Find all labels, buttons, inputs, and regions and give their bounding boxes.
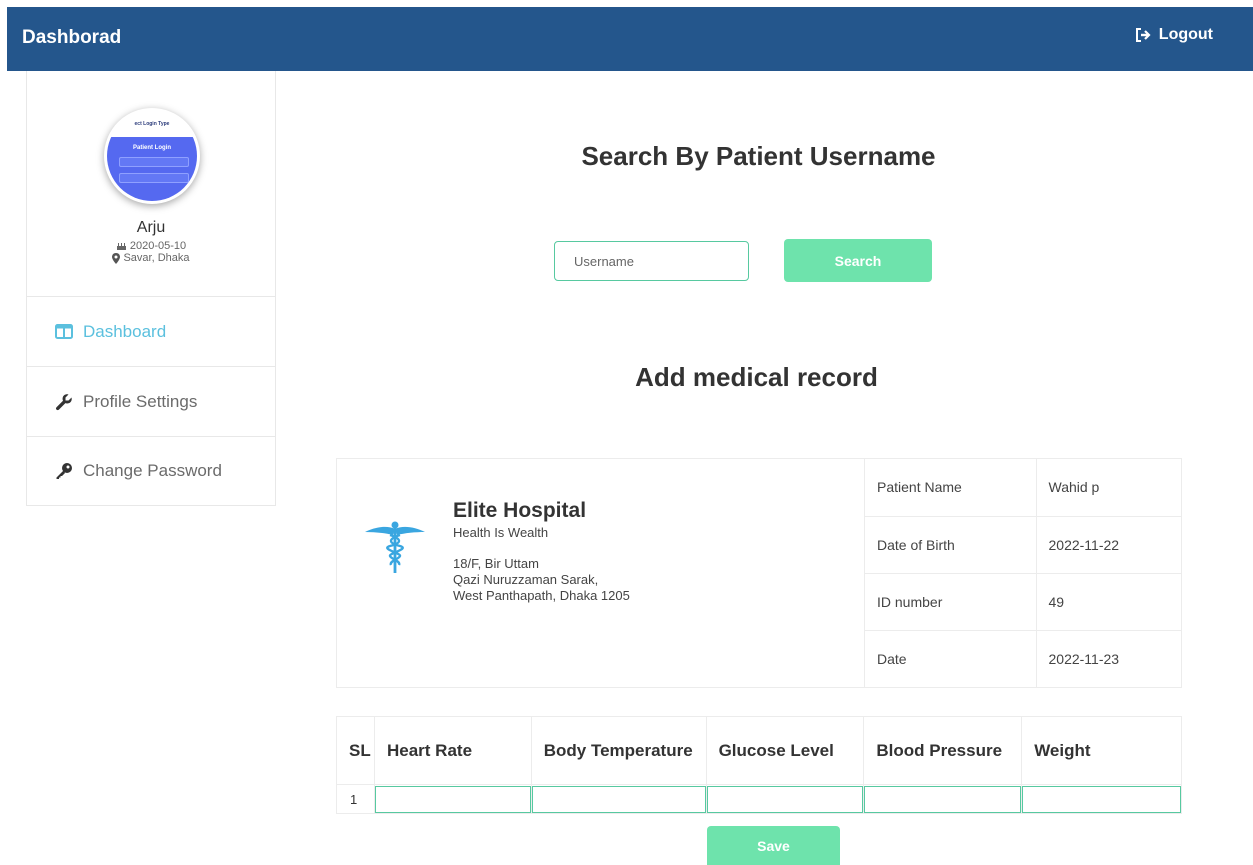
column-header-weight: Weight: [1021, 716, 1182, 785]
logout-label: Logout: [1158, 26, 1213, 43]
avatar-login-panel: Patient Login: [107, 137, 197, 201]
table-row: ID number 49: [865, 573, 1181, 631]
username-search-input[interactable]: [554, 241, 749, 281]
patient-name-label: Patient Name: [865, 459, 1037, 517]
save-button[interactable]: Save: [707, 826, 840, 865]
column-header-heart-rate: Heart Rate: [373, 716, 532, 785]
sidebar: ect Login Type Patient Login Arju 2020-0…: [26, 71, 276, 506]
table-cell: [863, 784, 1022, 814]
key-icon: [56, 463, 72, 479]
profile-name: Arju: [136, 219, 166, 236]
search-heading: Search By Patient Username: [581, 141, 936, 171]
sidebar-item-dashboard[interactable]: Dashboard: [27, 297, 275, 367]
columns-icon: [55, 324, 73, 339]
top-navbar: Dashborad Logout: [7, 7, 1253, 71]
logout-button[interactable]: Logout: [1135, 26, 1213, 44]
search-button[interactable]: Search: [784, 239, 932, 282]
map-marker-icon: [112, 252, 121, 264]
hospital-address-line: 18/F, Bir Uttam: [453, 556, 539, 571]
dob-label: Date of Birth: [865, 516, 1037, 574]
column-header-sl: SL: [336, 716, 375, 785]
table-row: Date 2022-11-23: [865, 630, 1181, 687]
date-label: Date: [865, 630, 1037, 687]
record-info-card: Elite Hospital Health Is Wealth 18/F, Bi…: [336, 458, 1182, 688]
hospital-name: Elite Hospital: [453, 499, 587, 522]
column-header-glucose-level: Glucose Level: [705, 716, 864, 785]
hospital-address-line: West Panthapath, Dhaka 1205: [453, 588, 630, 603]
body-temperature-input[interactable]: [531, 785, 706, 813]
column-header-body-temperature: Body Temperature: [530, 716, 707, 785]
table-row: Patient Name Wahid p: [865, 459, 1181, 517]
weight-input[interactable]: [1022, 785, 1181, 813]
table-cell: [530, 784, 707, 814]
patient-name-value: Wahid p: [1036, 459, 1181, 517]
row-sl-number: 1: [336, 784, 375, 814]
sidebar-item-profile-settings[interactable]: Profile Settings: [27, 367, 275, 437]
brand-title[interactable]: Dashborad: [22, 27, 121, 49]
heart-rate-input[interactable]: [374, 785, 531, 813]
table-cell: [373, 784, 532, 814]
sidebar-item-label: Dashboard: [83, 321, 167, 341]
profile-location: Savar, Dhaka: [27, 252, 275, 264]
hospital-info: Elite Hospital Health Is Wealth 18/F, Bi…: [337, 459, 865, 687]
avatar-field: [119, 157, 189, 167]
caduceus-icon: [365, 521, 425, 573]
avatar-heading: Patient Login: [133, 145, 171, 151]
id-number-label: ID number: [865, 573, 1037, 631]
avatar: ect Login Type Patient Login: [104, 108, 200, 204]
table-header-row: SL Heart Rate Body Temperature Glucose L…: [336, 716, 1182, 785]
wrench-icon: [55, 393, 72, 410]
sidebar-item-label: Profile Settings: [83, 391, 198, 411]
hospital-address: 18/F, Bir Uttam Qazi Nuruzzaman Sarak, W…: [453, 556, 630, 604]
table-row: Date of Birth 2022-11-22: [865, 516, 1181, 574]
glucose-level-input[interactable]: [706, 785, 864, 813]
patient-info-table: Patient Name Wahid p Date of Birth 2022-…: [865, 459, 1181, 687]
hospital-tagline: Health Is Wealth: [453, 525, 549, 540]
table-cell: [1021, 784, 1182, 814]
date-value: 2022-11-23: [1048, 650, 1120, 667]
table-row: 1: [336, 784, 1182, 814]
profile-dob-text: 2020-05-10: [129, 240, 187, 252]
profile-card: ect Login Type Patient Login Arju 2020-0…: [27, 71, 275, 297]
profile-dob: 2020-05-10: [27, 240, 275, 252]
sidebar-item-change-password[interactable]: Change Password: [27, 437, 275, 505]
add-record-heading: Add medical record: [635, 362, 878, 392]
hospital-address-line: Qazi Nuruzzaman Sarak,: [453, 572, 599, 587]
column-header-blood-pressure: Blood Pressure: [863, 716, 1022, 785]
profile-location-text: Savar, Dhaka: [123, 252, 190, 264]
blood-pressure-input[interactable]: [864, 785, 1022, 813]
id-number-value: 49: [1036, 573, 1181, 631]
sign-out-icon: [1135, 28, 1151, 42]
birthday-cake-icon: [116, 243, 126, 250]
dob-value: 2022-11-22: [1036, 516, 1181, 574]
avatar-field: [119, 173, 189, 183]
table-cell: [705, 784, 864, 814]
vitals-table: SL Heart Rate Body Temperature Glucose L…: [336, 716, 1182, 814]
avatar-title: ect Login Type: [107, 111, 197, 137]
sidebar-item-label: Change Password: [83, 461, 222, 480]
